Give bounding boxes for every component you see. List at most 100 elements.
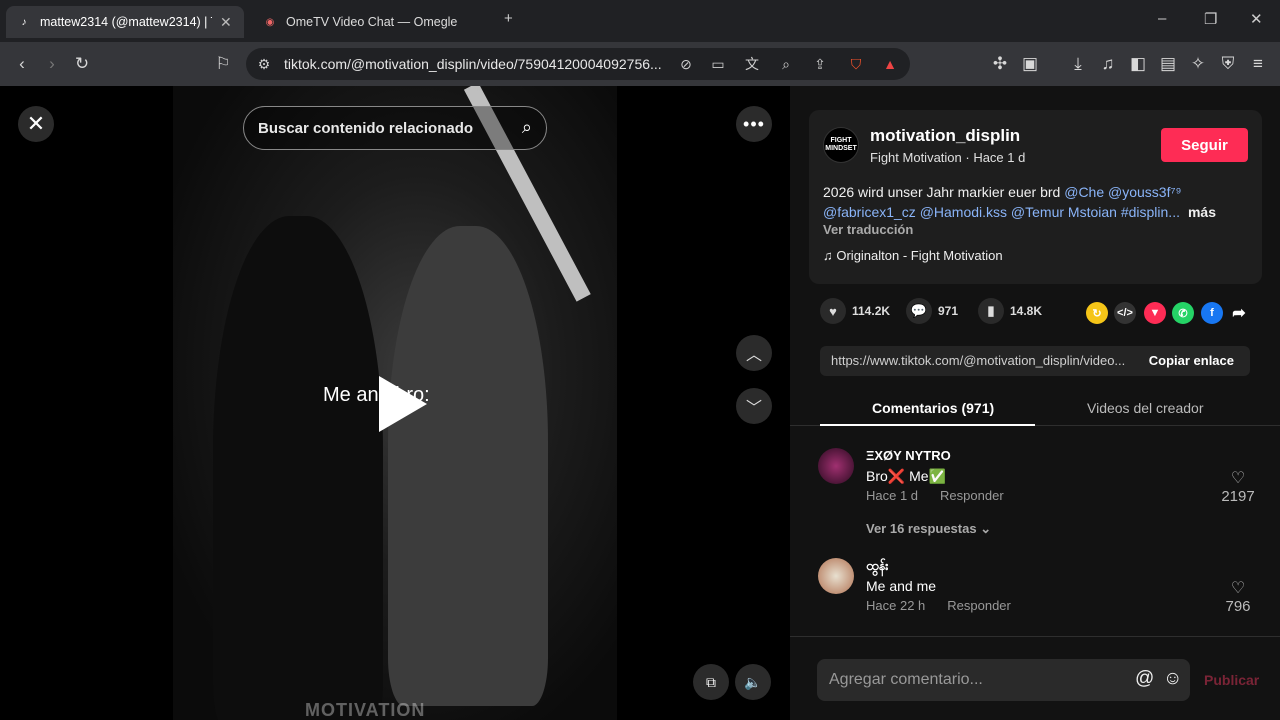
view-replies-link[interactable]: Ver 16 respuestas ⌄: [866, 521, 991, 537]
reader-off-icon[interactable]: ⊘: [674, 52, 698, 76]
reply-button[interactable]: Responder: [947, 598, 1011, 613]
mention-icon[interactable]: @: [1135, 668, 1154, 690]
screenshot-icon[interactable]: ▣: [1018, 52, 1042, 76]
leo-ai-icon[interactable]: ✧: [1186, 52, 1210, 76]
comment-like-count: 796: [1225, 598, 1251, 615]
save-button[interactable]: ▮ 14.8K: [978, 298, 1042, 324]
whatsapp-icon[interactable]: ✆: [1172, 302, 1194, 324]
emoji-icon[interactable]: ☺: [1163, 668, 1182, 690]
like-button[interactable]: ♥ 114.2K: [820, 298, 890, 324]
comment-item: ΞXØY NYTRO Bro❌ Me✅ Hace 1 d Responder ♡ …: [818, 448, 1258, 544]
comment-like-button[interactable]: ♡ 796: [1218, 578, 1258, 615]
forward-icon[interactable]: ›: [40, 52, 64, 76]
reload-icon[interactable]: ↻: [70, 52, 94, 76]
heart-outline-icon: ♡: [1230, 470, 1246, 487]
video-watermark: MOTIVATION: [305, 700, 426, 720]
sound-link[interactable]: ♫ Originalton - Fight Motivation: [823, 248, 1003, 263]
previous-video-button[interactable]: ︿: [736, 335, 772, 371]
vpn-icon[interactable]: ⛨: [1216, 52, 1240, 76]
close-window-button[interactable]: ✕: [1250, 10, 1263, 28]
bookmark-icon: ▮: [978, 298, 1004, 324]
pip-icon: ⧉: [706, 673, 716, 690]
comment-text: Bro❌ Me✅: [866, 468, 946, 484]
comment-button[interactable]: 💬 971: [906, 298, 958, 324]
comment-time: Hace 22 h: [866, 598, 926, 613]
heart-outline-icon: ♡: [1230, 580, 1246, 597]
address-bar[interactable]: ⚙ tiktok.com/@motivation_displin/video/7…: [246, 48, 910, 80]
next-video-button[interactable]: ﹀: [736, 388, 772, 424]
tab-creator-videos[interactable]: Videos del creador: [1087, 400, 1203, 416]
video-player[interactable]: Me and bro: MOTIVATION: [173, 86, 617, 720]
details-panel: FIGHT MINDSET motivation_displin Fight M…: [790, 86, 1280, 720]
floating-player-button[interactable]: ⧉: [693, 664, 729, 700]
tab-comments[interactable]: Comentarios (971): [872, 400, 994, 416]
video-figure-left: [213, 216, 383, 720]
back-icon[interactable]: ‹: [10, 52, 34, 76]
url-text[interactable]: tiktok.com/@motivation_displin/video/759…: [284, 56, 664, 72]
media-icon[interactable]: ♫: [1096, 52, 1120, 76]
save-count: 14.8K: [1010, 304, 1043, 318]
more-description-link[interactable]: más: [1188, 204, 1216, 220]
commenter-avatar[interactable]: [818, 448, 854, 484]
reply-button[interactable]: Responder: [940, 488, 1004, 503]
tab-title: OmeTV Video Chat — Omegle Random: [286, 15, 458, 29]
chevron-up-icon: ︿: [745, 347, 762, 364]
comment-icon: 💬: [906, 298, 932, 324]
comment-like-button[interactable]: ♡ 2197: [1218, 468, 1258, 505]
browser-toolbar: ‹ › ↻ ⚐ ⚙ tiktok.com/@motivation_displin…: [0, 42, 1280, 86]
commenter-name[interactable]: ထွန်း: [866, 558, 889, 577]
description-mentions-2[interactable]: @fabricex1_cz @Hamodi.kss @Temur Mstoian…: [823, 204, 1180, 220]
cast-icon[interactable]: ▭: [706, 52, 730, 76]
share-page-icon[interactable]: ⇪: [808, 52, 832, 76]
new-tab-button[interactable]: +: [504, 10, 513, 27]
like-count: 114.2K: [852, 304, 891, 318]
brave-rewards-icon[interactable]: ▲: [878, 52, 902, 76]
close-video-button[interactable]: ✕: [18, 106, 54, 142]
related-search-bar[interactable]: Buscar contenido relacionado ⌕: [243, 106, 547, 150]
more-icon: •••: [743, 113, 765, 134]
maximize-button[interactable]: ❐: [1204, 10, 1217, 28]
close-tab-icon[interactable]: ✕: [220, 14, 232, 31]
copy-link-button[interactable]: Copiar enlace: [1149, 353, 1234, 368]
search-icon[interactable]: ⌕: [522, 117, 532, 138]
creator-username[interactable]: motivation_displin: [870, 126, 1020, 146]
minimize-button[interactable]: –: [1158, 10, 1166, 27]
translate-icon[interactable]: 文: [740, 52, 764, 76]
comment-time: Hace 1 d: [866, 488, 919, 503]
see-translation-link[interactable]: Ver traducción: [823, 222, 913, 237]
facebook-icon[interactable]: f: [1201, 302, 1223, 324]
download-icon[interactable]: ⤓: [1066, 52, 1090, 76]
commenter-name[interactable]: ΞXØY NYTRO: [866, 448, 951, 463]
commenter-avatar[interactable]: [818, 558, 854, 594]
description-mentions-1[interactable]: @Che @youss3f⁷⁹: [1064, 184, 1181, 200]
site-settings-icon[interactable]: ⚙: [252, 52, 276, 76]
follow-button[interactable]: Seguir: [1161, 128, 1248, 162]
send-icon[interactable]: ▼: [1144, 302, 1166, 324]
zoom-icon[interactable]: ⌕: [774, 52, 798, 76]
tab-tiktok[interactable]: ♪ mattew2314 (@mattew2314) | TikTok ✕: [6, 6, 244, 38]
brave-shield-icon[interactable]: ⛉: [844, 52, 868, 76]
embed-icon[interactable]: </>: [1114, 302, 1136, 324]
copy-link-box: https://www.tiktok.com/@motivation_displ…: [820, 346, 1250, 376]
sidebar-icon[interactable]: ◧: [1126, 52, 1150, 76]
menu-icon[interactable]: ≡: [1246, 52, 1270, 76]
play-icon[interactable]: [379, 376, 427, 432]
active-tab-indicator: [820, 424, 1035, 426]
video-figure-right: [388, 226, 548, 706]
browser-tab-bar: ♪ mattew2314 (@mattew2314) | TikTok ✕ ◉ …: [0, 0, 1280, 42]
extensions-icon[interactable]: ✣: [988, 52, 1012, 76]
volume-button[interactable]: 🔈: [735, 664, 771, 700]
tab-ometv[interactable]: ◉ OmeTV Video Chat — Omegle Random: [252, 6, 492, 38]
comment-input[interactable]: Agregar comentario... @ ☺: [817, 659, 1190, 701]
creator-avatar[interactable]: FIGHT MINDSET: [823, 127, 859, 163]
chevron-down-icon: ﹀: [745, 400, 762, 417]
repost-icon[interactable]: ↻: [1086, 302, 1108, 324]
wallet-icon[interactable]: ▤: [1156, 52, 1180, 76]
more-options-button[interactable]: •••: [736, 106, 772, 142]
post-url[interactable]: https://www.tiktok.com/@motivation_displ…: [831, 353, 1136, 368]
share-arrow-icon[interactable]: ➦: [1228, 302, 1250, 324]
publish-button[interactable]: Publicar: [1204, 672, 1259, 688]
video-stage: Me and bro: MOTIVATION ✕ Buscar contenid…: [0, 86, 790, 720]
tiktok-icon: ♪: [21, 16, 27, 28]
bookmark-icon[interactable]: ⚐: [211, 52, 235, 76]
